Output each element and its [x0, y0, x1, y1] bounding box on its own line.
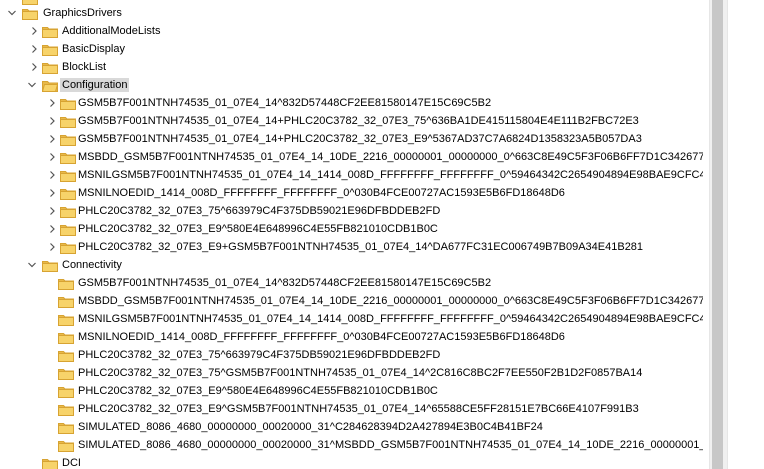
folder-icon — [42, 25, 58, 38]
scrollbar-thumb[interactable] — [712, 0, 723, 469]
tree-node-configuration-item[interactable]: GSM5B7F001NTNH74535_01_07E4_14+PHLC20C37… — [0, 112, 703, 130]
chevron-right-icon[interactable] — [46, 149, 58, 165]
chevron-right-icon[interactable] — [28, 59, 40, 75]
tree-node-label[interactable]: SIMULATED_8086_4680_00000000_00020000_31… — [76, 438, 703, 452]
tree-node-basicdisplay[interactable]: BasicDisplay — [0, 40, 703, 58]
tree-node-label[interactable]: Connectivity — [60, 258, 124, 272]
tree-node-label[interactable]: BlockList — [60, 60, 108, 74]
tree-node-connectivity-item[interactable]: MSNILNOEDID_1414_008D_FFFFFFFF_FFFFFFFF_… — [0, 328, 703, 346]
chevron-right-icon[interactable] — [46, 221, 58, 237]
tree-node-configuration-item[interactable]: GSM5B7F001NTNH74535_01_07E4_14+PHLC20C37… — [0, 130, 703, 148]
folder-icon — [60, 169, 76, 182]
tree-node-configuration-item[interactable]: PHLC20C3782_32_07E3_75^663979C4F375DB590… — [0, 202, 703, 220]
tree-node-label[interactable]: GSM5B7F001NTNH74535_01_07E4_14+PHLC20C37… — [76, 132, 644, 146]
chevron-down-icon[interactable] — [26, 77, 38, 93]
folder-open-icon — [42, 79, 58, 92]
tree-node-label[interactable]: PHLC20C3782_32_07E3_75^663979C4F375DB590… — [76, 204, 442, 218]
folder-icon — [42, 61, 58, 74]
tree-node-label[interactable]: PHLC20C3782_32_07E3_E9^GSM5B7F001NTNH745… — [76, 402, 641, 416]
right-pane-edge — [739, 0, 764, 469]
folder-icon — [58, 313, 74, 326]
tree-node-label[interactable]: MSNILGSM5B7F001NTNH74535_01_07E4_14_1414… — [76, 312, 703, 326]
tree-node-label[interactable]: PHLC20C3782_32_07E3_75^663979C4F375DB590… — [76, 348, 442, 362]
folder-icon — [60, 97, 76, 110]
tree-node-label[interactable]: PHLC20C3782_32_07E3_E9+GSM5B7F001NTNH745… — [76, 240, 645, 254]
folder-icon — [58, 349, 74, 362]
chevron-right-icon[interactable] — [46, 239, 58, 255]
tree-node-configuration-item[interactable]: GSM5B7F001NTNH74535_01_07E4_14^832D57448… — [0, 94, 703, 112]
tree-node-blocklist[interactable]: BlockList — [0, 58, 703, 76]
tree-node-connectivity-item[interactable]: SIMULATED_8086_4680_00000000_00020000_31… — [0, 418, 703, 436]
folder-icon — [22, 7, 38, 20]
tree-node-configuration-item[interactable]: PHLC20C3782_32_07E3_E9+GSM5B7F001NTNH745… — [0, 238, 703, 256]
chevron-down-icon[interactable] — [26, 257, 38, 273]
tree-node-configuration-item[interactable]: MSNILNOEDID_1414_008D_FFFFFFFF_FFFFFFFF_… — [0, 184, 703, 202]
folder-icon — [42, 259, 58, 272]
tree-node-connectivity-item[interactable]: PHLC20C3782_32_07E3_75^663979C4F375DB590… — [0, 346, 703, 364]
tree-node-label[interactable]: GSM5B7F001NTNH74535_01_07E4_14+PHLC20C37… — [76, 114, 641, 128]
chevron-right-icon[interactable] — [46, 131, 58, 147]
tree-node-label[interactable]: GSM5B7F001NTNH74535_01_07E4_14^832D57448… — [76, 276, 493, 290]
tree-node-label[interactable]: MSNILNOEDID_1414_008D_FFFFFFFF_FFFFFFFF_… — [76, 330, 567, 344]
tree-node-label[interactable]: PHLC20C3782_32_07E3_75^GSM5B7F001NTNH745… — [76, 366, 644, 380]
tree-node-graphicsdrivers[interactable]: GraphicsDrivers — [0, 4, 703, 22]
folder-icon — [58, 331, 74, 344]
tree-node-connectivity-item[interactable]: PHLC20C3782_32_07E3_E9^580E4E648996C4E55… — [0, 382, 703, 400]
tree-node-label[interactable]: PHLC20C3782_32_07E3_E9^580E4E648996C4E55… — [76, 222, 440, 236]
tree-node-label[interactable]: MSNILGSM5B7F001NTNH74535_01_07E4_14_1414… — [76, 168, 703, 182]
tree-node-connectivity-item[interactable]: MSBDD_GSM5B7F001NTNH74535_01_07E4_14_10D… — [0, 292, 703, 310]
tree-node-label[interactable]: MSNILNOEDID_1414_008D_FFFFFFFF_FFFFFFFF_… — [76, 186, 567, 200]
folder-icon — [58, 421, 74, 434]
folder-icon — [60, 241, 76, 254]
tree-node-connectivity-item[interactable]: PHLC20C3782_32_07E3_E9^GSM5B7F001NTNH745… — [0, 400, 703, 418]
chevron-down-icon[interactable] — [6, 5, 18, 21]
tree-node-connectivity[interactable]: Connectivity — [0, 256, 703, 274]
chevron-right-icon[interactable] — [46, 113, 58, 129]
folder-icon — [42, 43, 58, 56]
tree-node-additionalmodelists[interactable]: AdditionalModeLists — [0, 22, 703, 40]
tree-node-label[interactable]: SIMULATED_8086_4680_00000000_00020000_31… — [76, 420, 545, 434]
tree-node-label[interactable]: MSBDD_GSM5B7F001NTNH74535_01_07E4_14_10D… — [76, 294, 703, 308]
folder-icon — [58, 295, 74, 308]
tree-node-label[interactable]: BasicDisplay — [60, 42, 127, 56]
chevron-right-icon[interactable] — [46, 203, 58, 219]
folder-icon — [60, 187, 76, 200]
folder-icon — [60, 223, 76, 236]
tree-node-configuration-item[interactable]: MSBDD_GSM5B7F001NTNH74535_01_07E4_14_10D… — [0, 148, 703, 166]
tree-node-configuration-item[interactable]: PHLC20C3782_32_07E3_E9^580E4E648996C4E55… — [0, 220, 703, 238]
folder-icon — [60, 115, 76, 128]
chevron-right-icon[interactable] — [46, 95, 58, 111]
tree-node-configuration-item[interactable]: MSNILGSM5B7F001NTNH74535_01_07E4_14_1414… — [0, 166, 703, 184]
registry-tree-pane[interactable]: GraphicsDrivers AdditionalModeLists Basi… — [0, 0, 703, 469]
tree-node-connectivity-item[interactable]: MSNILGSM5B7F001NTNH74535_01_07E4_14_1414… — [0, 310, 703, 328]
tree-node-label[interactable]: AdditionalModeLists — [60, 24, 162, 38]
folder-icon — [58, 367, 74, 380]
folder-icon — [42, 457, 58, 469]
chevron-right-icon[interactable] — [28, 23, 40, 39]
folder-icon — [60, 205, 76, 218]
tree-node-dci[interactable]: DCI — [0, 454, 703, 469]
chevron-right-icon[interactable] — [28, 41, 40, 57]
folder-icon — [58, 403, 74, 416]
folder-icon — [60, 133, 76, 146]
chevron-right-icon[interactable] — [46, 185, 58, 201]
tree-node-label[interactable]: MSBDD_GSM5B7F001NTNH74535_01_07E4_14_10D… — [76, 150, 703, 164]
tree-node-connectivity-item[interactable]: SIMULATED_8086_4680_00000000_00020000_31… — [0, 436, 703, 454]
tree-node-connectivity-item[interactable]: GSM5B7F001NTNH74535_01_07E4_14^832D57448… — [0, 274, 703, 292]
tree-node-label[interactable]: GSM5B7F001NTNH74535_01_07E4_14^832D57448… — [76, 96, 493, 110]
folder-icon — [58, 439, 74, 452]
folder-icon — [58, 277, 74, 290]
tree-node-configuration[interactable]: Configuration — [0, 76, 703, 94]
folder-icon — [60, 151, 76, 164]
tree-node-label[interactable]: DCI — [60, 456, 83, 469]
folder-icon — [58, 385, 74, 398]
tree-node-connectivity-item[interactable]: PHLC20C3782_32_07E3_75^GSM5B7F001NTNH745… — [0, 364, 703, 382]
tree-node-label-selected[interactable]: Configuration — [60, 78, 130, 92]
tree-node-label[interactable]: GraphicsDrivers — [41, 6, 124, 20]
tree-node-label[interactable]: PHLC20C3782_32_07E3_E9^580E4E648996C4E55… — [76, 384, 440, 398]
chevron-right-icon[interactable] — [46, 167, 58, 183]
